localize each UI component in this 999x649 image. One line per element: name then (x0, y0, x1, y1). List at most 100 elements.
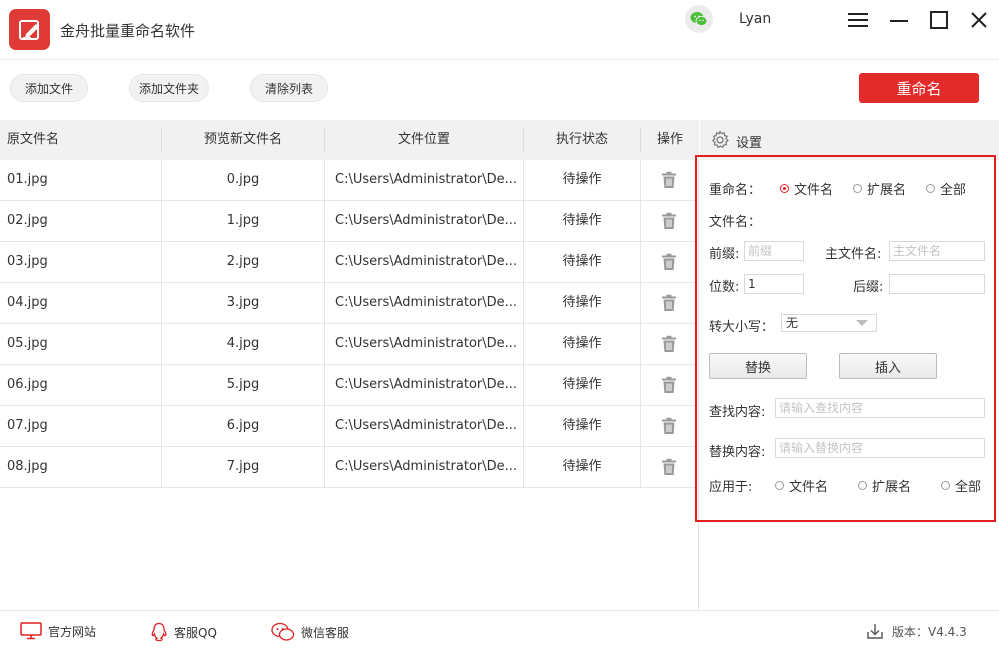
cell-divider (640, 201, 641, 242)
location-cell: C:\Users\Administrator\De... (335, 418, 518, 433)
case-select[interactable]: 无 (781, 314, 877, 332)
status-cell: 待操作 (562, 213, 602, 228)
location-cell: C:\Users\Administrator\De... (335, 213, 518, 228)
wechat-icon[interactable] (685, 5, 713, 33)
radio-dot (858, 481, 867, 490)
add-file-button[interactable]: 添加文件 (10, 74, 88, 102)
original-name-cell: 07.jpg (7, 418, 48, 433)
cell-divider (640, 365, 641, 406)
menu-icon[interactable] (846, 8, 870, 32)
title-bar: 金舟批量重命名软件 Lyan (0, 0, 999, 60)
toolbar: 添加文件 添加文件夹 清除列表 重命名 (0, 60, 999, 120)
add-folder-button[interactable]: 添加文件夹 (129, 74, 209, 102)
main-name-label: 主文件名: (825, 247, 882, 262)
preview-name-cell: 6.jpg (226, 418, 260, 433)
cell-divider (324, 160, 325, 201)
status-cell: 待操作 (562, 377, 602, 392)
radio-apply-filename[interactable]: 文件名 (775, 476, 828, 495)
apply-to-label: 应用于: (709, 480, 753, 495)
trash-icon[interactable] (660, 253, 678, 271)
radio-target-extension[interactable]: 扩展名 (853, 179, 906, 198)
support-qq-link[interactable]: 客服QQ (150, 622, 217, 642)
table-row[interactable]: 05.jpg 4.jpg C:\Users\Administrator\De... 待… (0, 324, 699, 365)
version-info: 版本：V4.4.3 (866, 622, 967, 640)
case-label: 转大小写： (709, 320, 775, 335)
radio-apply-all[interactable]: 全部 (941, 476, 981, 495)
preview-name-cell: 4.jpg (226, 336, 260, 351)
minimize-icon[interactable] (887, 8, 911, 32)
trash-icon[interactable] (660, 417, 678, 435)
status-cell: 待操作 (562, 336, 602, 351)
cell-divider (324, 201, 325, 242)
user-name[interactable]: Lyan (739, 11, 771, 27)
table-row[interactable]: 03.jpg 2.jpg C:\Users\Administrator\De... 待… (0, 242, 699, 283)
digits-input[interactable] (744, 274, 804, 294)
version-text: 版本：V4.4.3 (892, 624, 967, 639)
location-cell: C:\Users\Administrator\De... (335, 172, 518, 187)
maximize-icon[interactable] (927, 8, 951, 32)
cell-divider (640, 242, 641, 283)
radio-target-all[interactable]: 全部 (926, 179, 966, 198)
trash-icon[interactable] (660, 171, 678, 189)
radio-dot (926, 184, 935, 193)
trash-icon[interactable] (660, 376, 678, 394)
original-name-cell: 05.jpg (7, 336, 48, 351)
trash-icon[interactable] (660, 458, 678, 476)
location-cell: C:\Users\Administrator\De... (335, 336, 518, 351)
wechat-support-link[interactable]: 微信客服 (271, 622, 349, 642)
status-cell: 待操作 (562, 418, 602, 433)
suffix-input[interactable] (889, 274, 985, 294)
cell-divider (640, 447, 641, 488)
clear-list-button[interactable]: 清除列表 (250, 74, 328, 102)
cell-divider (640, 324, 641, 365)
digits-label: 位数: (709, 280, 740, 295)
case-select-value: 无 (786, 316, 799, 330)
radio-apply-extension[interactable]: 扩展名 (858, 476, 911, 495)
table-header: 原文件名 预览新文件名 文件位置 执行状态 操作 (0, 120, 699, 160)
cell-divider (324, 283, 325, 324)
replace-mode-button[interactable]: 替换 (709, 353, 807, 379)
radio-target-filename[interactable]: 文件名 (780, 179, 833, 198)
table-body: 01.jpg 0.jpg C:\Users\Administrator\De... 待… (0, 160, 699, 488)
table-row[interactable]: 06.jpg 5.jpg C:\Users\Administrator\De... 待… (0, 365, 699, 406)
table-row[interactable]: 01.jpg 0.jpg C:\Users\Administrator\De... 待… (0, 160, 699, 201)
prefix-input[interactable] (744, 241, 804, 261)
close-icon[interactable] (967, 8, 991, 32)
app-window: 金舟批量重命名软件 Lyan 添加文件 添加文件夹 清除列表 重命名 原文件名 … (0, 0, 999, 649)
trash-icon[interactable] (660, 294, 678, 312)
location-cell: C:\Users\Administrator\De... (335, 254, 518, 269)
cell-divider (640, 283, 641, 324)
preview-name-cell: 1.jpg (226, 213, 260, 228)
suffix-label: 后缀: (853, 280, 884, 295)
app-title: 金舟批量重命名软件 (60, 22, 196, 40)
replace-input[interactable] (775, 438, 985, 458)
table-row[interactable]: 08.jpg 7.jpg C:\Users\Administrator\De... 待… (0, 447, 699, 488)
file-table: 原文件名 预览新文件名 文件位置 执行状态 操作 01.jpg 0.jpg C:\U… (0, 120, 699, 610)
trash-icon[interactable] (660, 212, 678, 230)
preview-name-cell: 7.jpg (226, 459, 260, 474)
location-cell: C:\Users\Administrator\De... (335, 459, 518, 474)
table-row[interactable]: 04.jpg 3.jpg C:\Users\Administrator\De... 待… (0, 283, 699, 324)
cell-divider (324, 242, 325, 283)
insert-mode-button[interactable]: 插入 (839, 353, 937, 379)
cell-divider (640, 406, 641, 447)
table-row[interactable]: 02.jpg 1.jpg C:\Users\Administrator\De... 待… (0, 201, 699, 242)
status-cell: 待操作 (562, 172, 602, 187)
col-preview-name: 预览新文件名 (203, 132, 282, 147)
main-name-input[interactable] (889, 241, 985, 261)
status-cell: 待操作 (562, 459, 602, 474)
trash-icon[interactable] (660, 335, 678, 353)
rename-button[interactable]: 重命名 (859, 73, 979, 103)
original-name-cell: 06.jpg (7, 377, 48, 392)
find-input[interactable] (775, 398, 985, 418)
status-cell: 待操作 (562, 295, 602, 310)
find-label: 查找内容: (709, 405, 766, 420)
cell-divider (324, 406, 325, 447)
original-name-cell: 01.jpg (7, 172, 48, 187)
preview-name-cell: 0.jpg (226, 172, 260, 187)
official-website-link[interactable]: 官方网站 (20, 622, 96, 640)
table-row[interactable]: 07.jpg 6.jpg C:\Users\Administrator\De... 待… (0, 406, 699, 447)
radio-dot (775, 481, 784, 490)
location-cell: C:\Users\Administrator\De... (335, 377, 518, 392)
monitor-icon (20, 622, 42, 640)
